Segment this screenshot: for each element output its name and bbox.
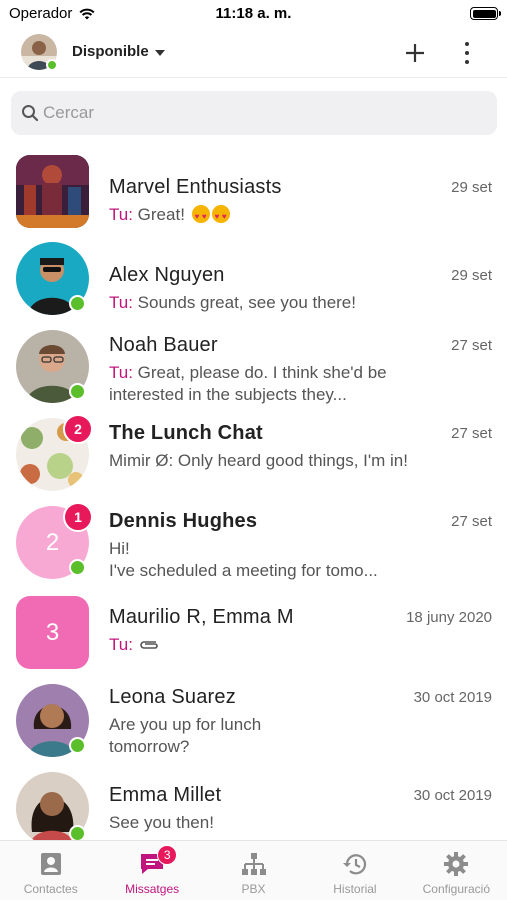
- chat-date: 30 oct 2019: [413, 787, 492, 804]
- presence-selector[interactable]: Disponible: [72, 43, 165, 60]
- tab-label: Missatges: [125, 882, 180, 896]
- more-options-button[interactable]: [457, 40, 477, 66]
- chat-preview: Tu: Great!: [109, 204, 439, 228]
- chat-name: Emma Millet: [109, 784, 222, 806]
- unread-badge: 1: [63, 502, 93, 532]
- chat-item-dennis-hughes[interactable]: 2 1 Dennis Hughes 27 set Hi! I've schedu…: [0, 500, 507, 588]
- online-indicator: [69, 737, 86, 754]
- chat-date: 29 set: [451, 179, 492, 196]
- chat-preview: Tu: Great, please do. I think she'd be i…: [109, 362, 429, 406]
- chat-list: Marvel Enthusiasts 29 set Tu: Great! Ale…: [0, 140, 507, 840]
- chat-date: 29 set: [451, 267, 492, 284]
- chat-name: Noah Bauer: [109, 334, 218, 356]
- search-input[interactable]: [43, 91, 483, 135]
- you-prefix: Tu:: [109, 293, 133, 312]
- chat-preview: Mimir Ø: Only heard good things, I'm in!: [109, 451, 408, 470]
- online-indicator: [69, 825, 86, 840]
- tab-label: Configuració: [422, 882, 491, 896]
- search-bar: [11, 91, 497, 135]
- chat-date: 27 set: [451, 513, 492, 530]
- chat-date: 27 set: [451, 425, 492, 442]
- preview-text: Sounds great, see you there!: [137, 293, 356, 312]
- chat-date: 18 juny 2020: [406, 609, 492, 626]
- chat-item-the-lunch-chat[interactable]: 2 The Lunch Chat 27 set Mimir Ø: Only he…: [0, 412, 507, 500]
- initials-avatar: 3: [16, 596, 89, 669]
- chat-name: Maurilio R, Emma M: [109, 606, 294, 628]
- avatar-initial: 2: [45, 528, 60, 556]
- tab-messages[interactable]: 3 Missatges: [101, 841, 202, 900]
- chat-preview: Hi! I've scheduled a meeting for tomo...: [109, 539, 378, 580]
- presence-label: Disponible: [72, 43, 149, 60]
- chat-preview: See you then!: [109, 813, 214, 832]
- chat-preview: Tu:: [109, 634, 439, 656]
- chat-preview: Are you up for lunch tomorrow?: [109, 715, 262, 756]
- preview-text: Great!: [137, 205, 185, 224]
- search-icon: [22, 105, 39, 122]
- chat-preview: Tu: Sounds great, see you there!: [109, 292, 489, 314]
- plus-icon: [406, 44, 424, 62]
- tab-settings[interactable]: Configuració: [406, 841, 507, 900]
- you-prefix: Tu:: [109, 205, 133, 224]
- chat-item-alex-nguyen[interactable]: Alex Nguyen 29 set Tu: Sounds great, see…: [0, 236, 507, 324]
- pbx-icon: [241, 853, 266, 875]
- clock: 11:18 a. m.: [215, 5, 292, 22]
- battery-icon: [470, 7, 501, 20]
- chat-name: Dennis Hughes: [109, 510, 258, 532]
- history-icon: [342, 854, 366, 875]
- chat-item-marvel-enthusiasts[interactable]: Marvel Enthusiasts 29 set Tu: Great!: [0, 148, 507, 236]
- chat-name: The Lunch Chat: [109, 422, 263, 444]
- caret-down-icon: [154, 49, 165, 56]
- you-prefix: Tu:: [109, 635, 133, 654]
- chat-name: Leona Suarez: [109, 686, 236, 708]
- paperclip-icon: [139, 641, 158, 649]
- status-bar: Operador 11:18 a. m.: [0, 0, 507, 28]
- online-indicator: [69, 295, 86, 312]
- chat-item-emma-millet[interactable]: Emma Millet 30 oct 2019 See you then!: [0, 768, 507, 840]
- more-dot-icon: [465, 51, 469, 55]
- my-online-indicator: [46, 59, 58, 71]
- tab-history[interactable]: Historial: [304, 841, 405, 900]
- chat-name: Alex Nguyen: [109, 264, 225, 286]
- tab-label: Historial: [333, 882, 377, 896]
- tab-pbx[interactable]: PBX: [203, 841, 304, 900]
- chat-item-maurilio-emma[interactable]: 3 Maurilio R, Emma M 18 juny 2020 Tu:: [0, 592, 507, 680]
- tab-bar: Contactes 3 Missatges PBX Historial Conf…: [0, 840, 507, 900]
- preview-text: Great, please do. I think she'd be inter…: [109, 363, 387, 404]
- gear-icon: [444, 852, 469, 876]
- chat-name: Marvel Enthusiasts: [109, 176, 282, 198]
- contacts-icon: [40, 853, 61, 875]
- unread-badge: 2: [63, 414, 93, 444]
- new-chat-button[interactable]: [402, 40, 428, 66]
- more-dot-icon: [465, 60, 469, 64]
- avatar-initial: 3: [45, 618, 60, 646]
- chat-item-leona-suarez[interactable]: Leona Suarez 30 oct 2019 Are you up for …: [0, 680, 507, 768]
- heart-eyes-emoji-icon: [191, 205, 210, 228]
- chat-date: 27 set: [451, 337, 492, 354]
- messages-badge: 3: [157, 845, 178, 865]
- heart-eyes-emoji-icon: [211, 205, 230, 228]
- chat-item-noah-bauer[interactable]: Noah Bauer 27 set Tu: Great, please do. …: [0, 324, 507, 412]
- tab-label: PBX: [241, 882, 266, 896]
- online-indicator: [69, 559, 86, 576]
- online-indicator: [69, 383, 86, 400]
- you-prefix: Tu:: [109, 363, 133, 382]
- tab-label: Contactes: [23, 882, 78, 896]
- tab-contacts[interactable]: Contactes: [0, 841, 101, 900]
- more-dot-icon: [465, 42, 469, 46]
- app-header: Disponible: [0, 28, 507, 78]
- group-avatar: [16, 155, 89, 228]
- chat-date: 30 oct 2019: [413, 689, 492, 706]
